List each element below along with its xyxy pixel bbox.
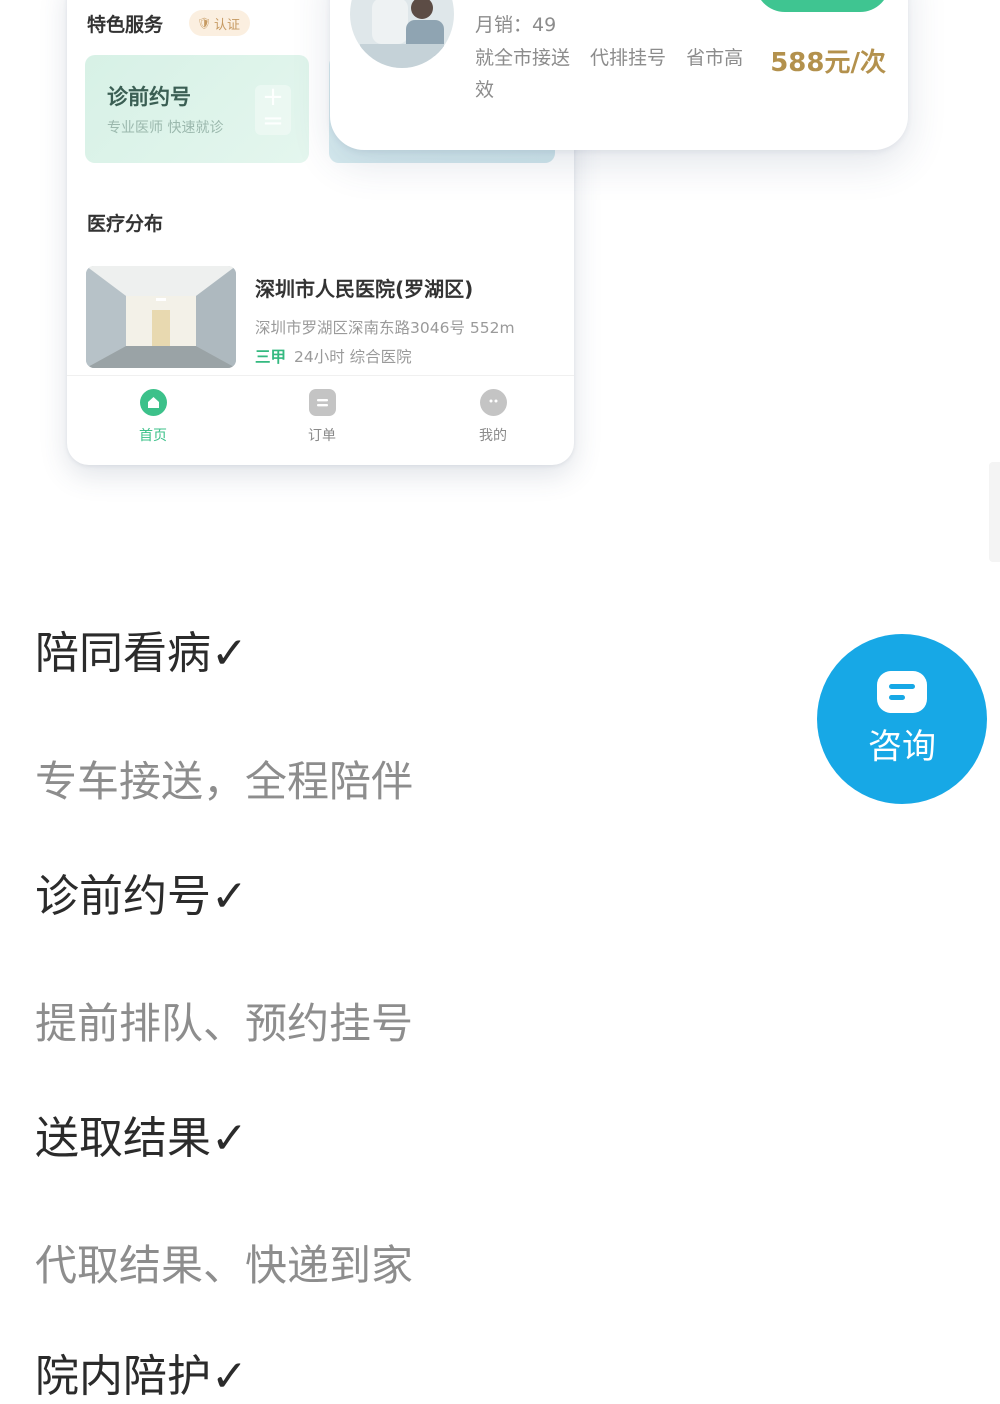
chat-icon [877,670,927,713]
certified-badge: 🛡 认证 [189,10,250,36]
tab-label: 首页 [139,428,167,444]
hospital-name[interactable]: 深圳市人民医院(罗湖区) [255,273,473,302]
feature-title: 送取结果✓ [35,1113,248,1164]
hospital-image[interactable] [86,266,236,368]
feature-title: 陪同看病✓ [35,628,248,679]
badge-label: 认证 [213,17,240,33]
tab-profile[interactable]: 我的 [433,376,553,445]
shield-icon: 🛡 [197,16,211,30]
feature-desc: 专车接送，全程陪伴 [35,757,414,806]
tab-orders[interactable]: 订单 [262,376,382,445]
feature-desc: 提前排队、预约挂号 [35,999,414,1048]
feature-desc: 代取结果、快递到家 [35,1241,414,1290]
clipboard-icon: + = [255,84,291,135]
profile-icon [479,389,507,416]
product-description: 就全市接送 代排挂号 省市高效 [475,47,744,101]
hospital-tags: 三甲 24小时 综合医院 [255,345,412,367]
tab-home[interactable]: 首页 [93,376,213,445]
order-button[interactable] [755,0,890,12]
order-icon [308,389,336,416]
tab-label: 订单 [308,428,336,444]
hospital-address: 深圳市罗湖区深南东路3046号 552m [255,319,515,337]
product-price: 588元/次 [770,48,886,78]
feature-title: 诊前约号✓ [35,871,248,922]
service-card-title: 诊前约号 [107,85,191,109]
side-scroll-handle [989,462,1000,562]
hospital-tag-text: 24小时 综合医院 [294,348,412,366]
tab-label: 我的 [479,428,507,444]
home-icon [139,389,167,416]
section-title: 特色服务 [87,14,164,36]
monthly-sales: 月销：49 [475,14,557,36]
product-avatar [350,0,454,68]
consult-label: 咨询 [868,726,936,767]
bottom-tabbar: 首页 订单 我的 [67,375,574,466]
hospital-level: 三甲 [255,348,287,366]
feature-title: 院内陪护✓ [35,1351,248,1402]
product-card[interactable]: 月销：49 就全市接送 代排挂号 省市高效 588元/次 [330,0,908,150]
distribution-title: 医疗分布 [87,213,164,235]
service-card-subtitle: 专业医师 快速就诊 [107,120,224,136]
service-card-appointment[interactable]: 诊前约号 专业医师 快速就诊 + = [85,55,309,163]
consult-button[interactable]: 咨询 [817,634,987,804]
